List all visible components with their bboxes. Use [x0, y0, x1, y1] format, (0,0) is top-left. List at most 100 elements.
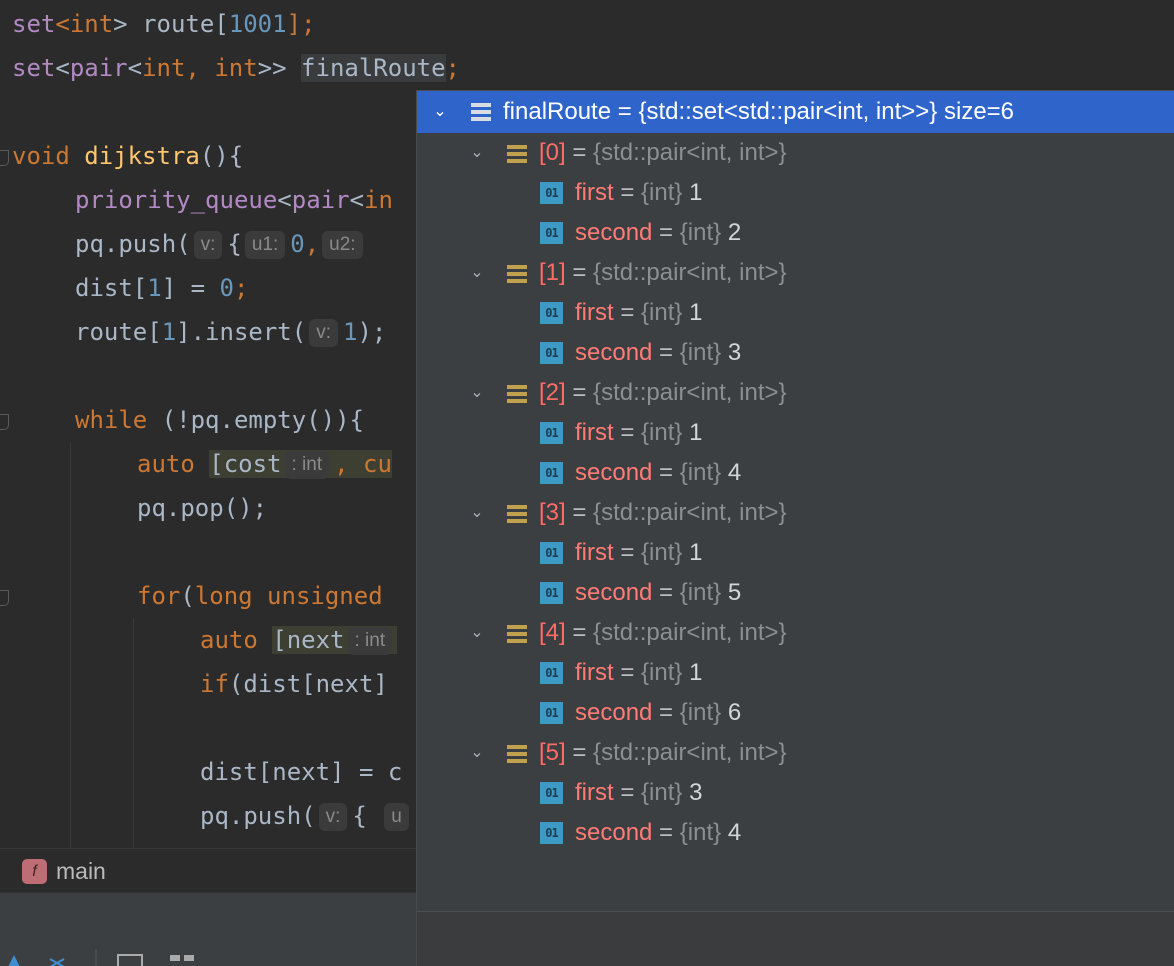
param-hint: v:: [309, 319, 338, 347]
code-line-13: if(dist[next]: [200, 670, 388, 698]
pair-icon: [507, 625, 527, 643]
tree-row-entry[interactable]: ⌄ [0] = {std::pair<int, int>}: [417, 133, 1174, 173]
tree-row-entry[interactable]: ⌄ [4] = {std::pair<int, int>}: [417, 613, 1174, 653]
pair-icon: [507, 265, 527, 283]
fold-marker-icon[interactable]: [0, 414, 9, 430]
type-hint: : int: [284, 451, 330, 479]
chevron-down-icon[interactable]: ⌄: [466, 373, 488, 413]
tree-row-entry[interactable]: ⌄ [1] = {std::pair<int, int>}: [417, 253, 1174, 293]
primitive-icon: 01: [540, 542, 563, 564]
layout-icon[interactable]: [170, 955, 180, 961]
tree-row-first[interactable]: 01 first = {int} 3: [417, 773, 1174, 813]
tree-row-finalRoute[interactable]: ⌄ finalRoute = {std::set<std::pair<int, i…: [417, 91, 1174, 133]
primitive-icon: 01: [540, 342, 563, 364]
pair-icon: [507, 505, 527, 523]
tree-row-text: first = {int} 1: [575, 539, 703, 566]
mute-breakpoints-icon[interactable]: [49, 958, 65, 966]
tree-row-second[interactable]: 01 second = {int} 6: [417, 693, 1174, 733]
tree-row-text: second = {int} 4: [575, 459, 742, 486]
type-hint: : int: [347, 627, 393, 655]
code-line-9: auto [cost: int, cu: [137, 450, 392, 479]
primitive-icon: 01: [540, 702, 563, 724]
tree-row-second[interactable]: 01 second = {int} 2: [417, 213, 1174, 253]
chevron-down-icon[interactable]: ⌄: [466, 733, 488, 773]
tree-row-text: first = {int} 1: [575, 299, 703, 326]
code-line-8: while (!pq.empty()){: [75, 406, 364, 434]
code-line-10: pq.pop();: [137, 494, 268, 522]
chevron-down-icon[interactable]: ⌄: [466, 493, 488, 533]
primitive-icon: 01: [540, 302, 563, 324]
param-hint: u1:: [244, 231, 286, 259]
tree-row-first[interactable]: 01 first = {int} 1: [417, 653, 1174, 693]
frames-icon[interactable]: [117, 954, 143, 966]
tree-row-first[interactable]: 01 first = {int} 1: [417, 173, 1174, 213]
code-line-3: void dijkstra(){: [12, 142, 244, 170]
chevron-down-icon[interactable]: ⌄: [466, 133, 488, 173]
code-line-15: pq.push(v:{ u: [200, 794, 414, 838]
tree-row-text: [2] = {std::pair<int, int>}: [539, 379, 787, 406]
tree-row-first[interactable]: 01 first = {int} 1: [417, 293, 1174, 333]
tree-row-text: [1] = {std::pair<int, int>}: [539, 259, 787, 286]
tree-row-text: second = {int} 4: [575, 819, 742, 846]
code-line-14: dist[next] = c: [200, 758, 403, 786]
code-line-7: route[1].insert(v: 1);: [75, 318, 387, 347]
code-line-4: priority_queue<pair<in: [75, 186, 393, 214]
popup-footer: [417, 911, 1174, 966]
tree-row-text: first = {int} 3: [575, 779, 703, 806]
tree-row-text: finalRoute = {std::set<std::pair<int, in…: [503, 98, 1015, 125]
tree-row-second[interactable]: 01 second = {int} 4: [417, 813, 1174, 853]
chevron-down-icon[interactable]: ⌄: [429, 91, 451, 133]
tree-row-first[interactable]: 01 first = {int} 1: [417, 413, 1174, 453]
primitive-icon: 01: [540, 662, 563, 684]
primitive-icon: 01: [540, 462, 563, 484]
code-line-2: set<pair<int, int>> finalRoute;: [12, 54, 460, 82]
code-line-6: dist[1] = 0;: [75, 274, 249, 302]
tree-row-text: first = {int} 1: [575, 659, 703, 686]
variable-finalRoute[interactable]: finalRoute: [301, 54, 446, 82]
tree-row-text: second = {int} 3: [575, 339, 742, 366]
tree-row-second[interactable]: 01 second = {int} 3: [417, 333, 1174, 373]
code-line-5: pq.push(v:{u1: 0, u2:: [75, 222, 368, 266]
chevron-down-icon[interactable]: ⌄: [466, 253, 488, 293]
primitive-icon: 01: [540, 822, 563, 844]
tree-row-text: [3] = {std::pair<int, int>}: [539, 499, 787, 526]
fold-marker-icon[interactable]: [0, 150, 9, 166]
tree-row-entry[interactable]: ⌄ [5] = {std::pair<int, int>}: [417, 733, 1174, 773]
tree-row-second[interactable]: 01 second = {int} 5: [417, 573, 1174, 613]
tree-row-text: first = {int} 1: [575, 419, 703, 446]
pair-icon: [507, 145, 527, 163]
array-icon: [471, 103, 491, 121]
tree-row-first[interactable]: 01 first = {int} 1: [417, 533, 1174, 573]
function-icon: f: [22, 859, 47, 884]
debugger-value-popup[interactable]: ⌄ finalRoute = {std::set<std::pair<int, i…: [416, 90, 1174, 966]
primitive-icon: 01: [540, 582, 563, 604]
pair-icon: [507, 385, 527, 403]
fold-marker-icon[interactable]: [0, 590, 9, 606]
param-hint: v:: [193, 231, 223, 259]
code-line-11: for(long unsigned: [137, 582, 383, 610]
indent-guide: [70, 442, 71, 848]
param-hint: u2:: [322, 231, 363, 259]
pair-icon: [507, 745, 527, 763]
breadcrumb-item-main[interactable]: main: [56, 855, 106, 887]
tree-row-text: second = {int} 2: [575, 219, 742, 246]
indent-guide: [133, 618, 134, 848]
tree-row-entry[interactable]: ⌄ [2] = {std::pair<int, int>}: [417, 373, 1174, 413]
tree-row-text: second = {int} 6: [575, 699, 742, 726]
chevron-down-icon[interactable]: ⌄: [466, 613, 488, 653]
tree-row-text: [0] = {std::pair<int, int>}: [539, 139, 787, 166]
param-hint: v:: [318, 803, 348, 831]
primitive-icon: 01: [540, 782, 563, 804]
step-over-icon[interactable]: [8, 955, 20, 966]
tree-row-text: first = {int} 1: [575, 179, 703, 206]
tree-row-text: [5] = {std::pair<int, int>}: [539, 739, 787, 766]
toolstrip-icons: [8, 949, 194, 966]
code-line-12: auto [next: int: [200, 618, 398, 662]
tree-row-text: [4] = {std::pair<int, int>}: [539, 619, 787, 646]
tree-row-entry[interactable]: ⌄ [3] = {std::pair<int, int>}: [417, 493, 1174, 533]
primitive-icon: 01: [540, 182, 563, 204]
param-hint: u: [384, 803, 409, 831]
tree-row-second[interactable]: 01 second = {int} 4: [417, 453, 1174, 493]
code-line-1: set<int> route[1001];: [12, 10, 316, 38]
primitive-icon: 01: [540, 422, 563, 444]
